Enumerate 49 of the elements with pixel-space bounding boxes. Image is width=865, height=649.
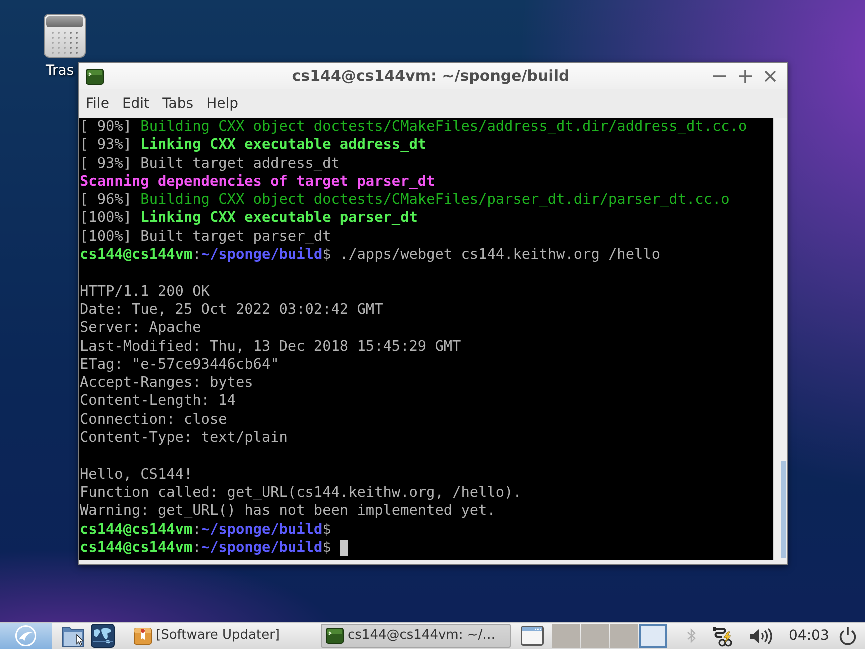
close-icon[interactable] bbox=[765, 70, 776, 82]
start-button[interactable] bbox=[0, 623, 52, 649]
taskbar-button[interactable]: [Software Updater] bbox=[129, 624, 317, 648]
terminal-line: Connection: close bbox=[80, 410, 228, 430]
window-title: cs144@cs144vm: ~/sponge/build bbox=[292, 66, 570, 87]
terminal-line: Content-Type: text/plain bbox=[80, 429, 288, 448]
power-icon[interactable] bbox=[839, 626, 858, 646]
icon-label[interactable]: Tras bbox=[46, 63, 74, 80]
minimize-icon[interactable] bbox=[713, 74, 726, 78]
folder-icon[interactable] bbox=[62, 624, 87, 648]
plug-icon[interactable] bbox=[713, 625, 735, 647]
window-icon[interactable] bbox=[521, 626, 544, 646]
terminal-line: ETag: "e-57ce93446cb64" bbox=[80, 356, 280, 374]
menu-item[interactable]: Tabs bbox=[156, 92, 200, 114]
clock[interactable]: 04:03 bbox=[789, 626, 830, 646]
terminal-line: [ 90%] Building CXX object doctests/CMakeFiles/address_dt.dir/address_dt.cc.o bbox=[80, 118, 748, 136]
terminal-line: cs144@cs144vm:~/sponge/build$ bbox=[80, 538, 332, 558]
terminal-line: Last-Modified: Thu, 13 Dec 2018 15:45:29 GMT bbox=[80, 338, 462, 356]
terminal-line: Function called: get_URL(cs144.keithw.org, /hello). bbox=[80, 484, 522, 502]
maximize-icon[interactable] bbox=[739, 70, 752, 82]
terminal-icon bbox=[86, 68, 104, 85]
terminal-line: [ 93%] Built target address_dt bbox=[80, 154, 340, 173]
workspace-button[interactable] bbox=[639, 624, 667, 648]
trash-icon[interactable] bbox=[44, 14, 86, 58]
terminal-line: Scanning dependencies of target parser_dt bbox=[80, 172, 436, 192]
terminal-line: [100%] Built target parser_dt bbox=[80, 228, 332, 246]
scrollbar[interactable] bbox=[773, 118, 787, 560]
terminal-line: cs144@cs144vm:~/sponge/build$ bbox=[80, 520, 332, 539]
terminal-icon bbox=[326, 628, 344, 644]
terminal-line: Accept-Ranges: bytes bbox=[80, 374, 254, 392]
menu-item[interactable]: Help bbox=[200, 92, 244, 114]
taskbar-button[interactable]: cs144@cs144vm: ~/… bbox=[321, 624, 511, 648]
menu-item[interactable]: File bbox=[80, 92, 116, 114]
package-icon bbox=[134, 627, 152, 645]
terminal-line: Warning: get_URL() has not been implemented yet. bbox=[80, 502, 496, 521]
volume-icon[interactable] bbox=[749, 628, 773, 644]
terminal-line: cs144@cs144vm:~/sponge/build$ ./apps/webget cs144.keithw.org /hello bbox=[80, 246, 661, 264]
scrollbar-thumb[interactable] bbox=[781, 461, 786, 558]
terminal-line: [ 96%] Building CXX object doctests/CMakeFiles/parser_dt.dir/parser_dt.cc.o bbox=[80, 191, 730, 210]
world-map-icon[interactable] bbox=[91, 624, 115, 648]
logo-icon bbox=[15, 625, 37, 647]
terminal-line: HTTP/1.1 200 OK bbox=[80, 282, 210, 301]
terminal-line: [100%] Linking CXX executable parser_dt bbox=[80, 209, 418, 228]
menu-item[interactable]: Edit bbox=[116, 92, 156, 114]
terminal-line: Hello, CS144! bbox=[80, 466, 193, 484]
terminal-line: [ 93%] Linking CXX executable address_dt bbox=[80, 136, 427, 155]
terminal-line: Content-Length: 14 bbox=[80, 392, 236, 411]
terminal-line: Server: Apache bbox=[80, 319, 202, 338]
terminal-line: Date: Tue, 25 Oct 2022 03:02:42 GMT bbox=[80, 300, 384, 320]
